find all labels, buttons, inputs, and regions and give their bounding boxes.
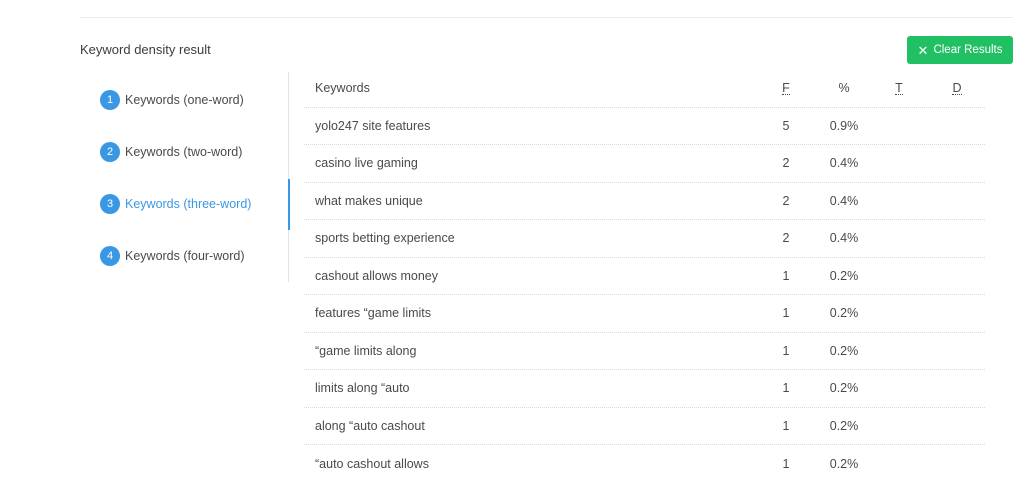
- keyword-cell: casino live gaming: [315, 156, 418, 171]
- keyword-cell: features “game limits: [315, 306, 432, 321]
- table-row: what makes unique 2 0.4%: [304, 183, 985, 220]
- percent-cell: 0.2%: [829, 343, 859, 358]
- keyword-cell: cashout allows money: [315, 268, 438, 283]
- sidebar-item-three-word[interactable]: 3 Keywords (three-word): [100, 194, 251, 214]
- description-cell: [947, 183, 967, 220]
- frequency-cell: 5: [782, 118, 790, 133]
- column-header-title[interactable]: T: [889, 70, 909, 107]
- keyword-cell: what makes unique: [315, 193, 423, 208]
- title-cell: [889, 408, 909, 445]
- description-cell: [947, 258, 967, 295]
- table-row: limits along “auto 1 0.2%: [304, 370, 985, 408]
- table-row: yolo247 site features 5 0.9%: [304, 108, 985, 145]
- title-cell: [889, 445, 909, 483]
- sidebar-item-four-word[interactable]: 4 Keywords (four-word): [100, 246, 244, 266]
- keyword-cell: “game limits along: [315, 343, 417, 358]
- table-row: features “game limits 1 0.2%: [304, 295, 985, 333]
- description-cell: [947, 295, 967, 332]
- column-header-frequency[interactable]: F: [776, 70, 796, 107]
- percent-cell: 0.2%: [829, 456, 859, 471]
- title-cell: [889, 258, 909, 295]
- title-cell: [889, 108, 909, 145]
- step-number-badge: 1: [100, 90, 120, 110]
- frequency-cell: 1: [782, 268, 790, 283]
- description-cell: [947, 145, 967, 182]
- description-cell: [947, 445, 967, 483]
- percent-cell: 0.2%: [829, 418, 859, 433]
- description-cell: [947, 220, 967, 257]
- keyword-table: Keywords F % T D yolo247 site features 5 0…: [304, 70, 985, 483]
- description-cell: [947, 370, 967, 407]
- percent-cell: 0.2%: [829, 268, 859, 283]
- keyword-cell: along “auto cashout: [315, 418, 425, 433]
- clear-results-label: Clear Results: [933, 44, 1003, 56]
- step-number-badge: 2: [100, 142, 120, 162]
- description-cell: [947, 408, 967, 445]
- keyword-cell: limits along “auto: [315, 381, 410, 396]
- frequency-cell: 1: [782, 343, 790, 358]
- table-row: cashout allows money 1 0.2%: [304, 258, 985, 295]
- percent-cell: 0.4%: [829, 231, 859, 246]
- frequency-cell: 1: [782, 456, 790, 471]
- keyword-cell: sports betting experience: [315, 231, 455, 246]
- frequency-cell: 1: [782, 306, 790, 321]
- keyword-cell: yolo247 site features: [315, 118, 431, 133]
- sidebar-item-label: Keywords (three-word): [125, 197, 252, 211]
- sidebar-item-label: Keywords (two-word): [125, 145, 243, 159]
- keyword-cell: “auto cashout allows: [315, 456, 429, 471]
- title-cell: [889, 145, 909, 182]
- active-indicator: [288, 179, 290, 230]
- table-row: along “auto cashout 1 0.2%: [304, 408, 985, 445]
- description-cell: [947, 108, 967, 145]
- sidebar-item-two-word[interactable]: 2 Keywords (two-word): [100, 142, 242, 162]
- table-row: “game limits along 1 0.2%: [304, 333, 985, 370]
- table-row: casino live gaming 2 0.4%: [304, 145, 985, 183]
- percent-cell: 0.2%: [829, 306, 859, 321]
- column-header-description[interactable]: D: [947, 70, 967, 107]
- frequency-cell: 1: [782, 381, 790, 396]
- top-divider: [80, 17, 1013, 18]
- sidebar-item-label: Keywords (one-word): [125, 93, 244, 107]
- column-header-keywords[interactable]: Keywords: [315, 70, 370, 107]
- table-row: sports betting experience 2 0.4%: [304, 220, 985, 258]
- sidebar-item-label: Keywords (four-word): [125, 249, 245, 263]
- frequency-cell: 1: [782, 418, 790, 433]
- table-header-row: Keywords F % T D: [304, 70, 985, 108]
- percent-cell: 0.4%: [829, 156, 859, 171]
- step-number-badge: 4: [100, 246, 120, 266]
- percent-cell: 0.9%: [829, 118, 859, 133]
- percent-cell: 0.4%: [829, 193, 859, 208]
- close-icon: ✕: [917, 42, 929, 58]
- frequency-cell: 2: [782, 231, 790, 246]
- title-cell: [889, 220, 909, 257]
- sidebar-item-one-word[interactable]: 1 Keywords (one-word): [100, 90, 244, 110]
- description-cell: [947, 333, 967, 370]
- table-row: “auto cashout allows 1 0.2%: [304, 445, 985, 483]
- sidebar-divider: [288, 72, 289, 282]
- clear-results-button[interactable]: ✕ Clear Results: [907, 36, 1013, 64]
- section-title: Keyword density result: [80, 42, 211, 57]
- title-cell: [889, 183, 909, 220]
- title-cell: [889, 333, 909, 370]
- step-number-badge: 3: [100, 194, 120, 214]
- column-header-percent[interactable]: %: [824, 70, 864, 107]
- keyword-length-nav: 1 Keywords (one-word) 2 Keywords (two-wo…: [100, 72, 290, 282]
- title-cell: [889, 295, 909, 332]
- frequency-cell: 2: [782, 193, 790, 208]
- title-cell: [889, 370, 909, 407]
- frequency-cell: 2: [782, 156, 790, 171]
- percent-cell: 0.2%: [829, 381, 859, 396]
